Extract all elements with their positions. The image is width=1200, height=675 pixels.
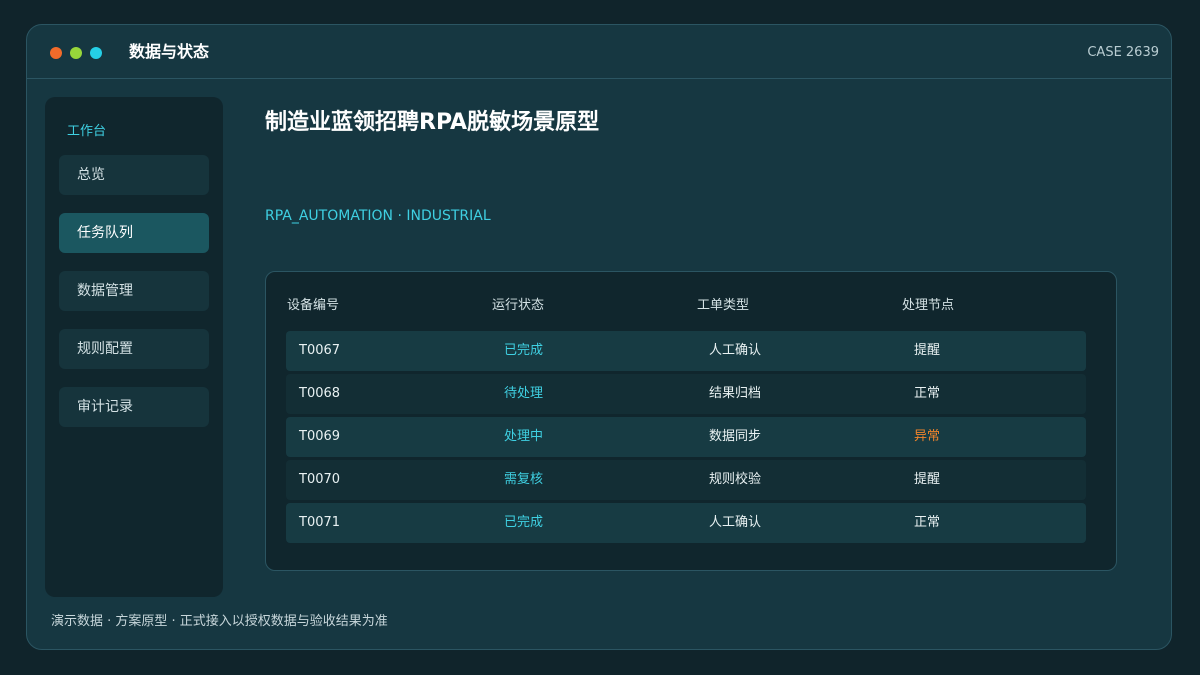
device-id-cell: T0071 bbox=[299, 515, 341, 530]
task-table: 设备编号 运行状态 工单类型 处理节点 T0067 已完成 人工确认 提醒 T0… bbox=[265, 271, 1117, 571]
process-node-cell: 异常 bbox=[914, 429, 941, 444]
table-row[interactable]: T0068 待处理 结果归档 正常 bbox=[286, 374, 1086, 414]
table-row[interactable]: T0069 处理中 数据同步 异常 bbox=[286, 417, 1086, 457]
run-status-cell: 已完成 bbox=[504, 515, 544, 530]
ticket-type-cell: 人工确认 bbox=[709, 343, 762, 358]
sidebar-item-data-management[interactable]: 数据管理 bbox=[59, 271, 209, 311]
device-id-cell: T0070 bbox=[299, 472, 341, 487]
column-header-device-id: 设备编号 bbox=[287, 298, 340, 313]
sidebar-item-label: 数据管理 bbox=[77, 283, 133, 299]
sidebar-item-label: 总览 bbox=[77, 167, 105, 183]
ticket-type-cell: 人工确认 bbox=[709, 515, 762, 530]
table-row[interactable]: T0071 已完成 人工确认 正常 bbox=[286, 503, 1086, 543]
sidebar-item-rule-config[interactable]: 规则配置 bbox=[59, 329, 209, 369]
sidebar-item-label: 规则配置 bbox=[77, 341, 133, 357]
minimize-window-dot[interactable] bbox=[70, 47, 82, 59]
process-node-cell: 正常 bbox=[914, 515, 941, 530]
sidebar-item-task-queue[interactable]: 任务队列 bbox=[59, 213, 209, 253]
footer-disclaimer: 演示数据 · 方案原型 · 正式接入以授权数据与验收结果为准 bbox=[51, 614, 388, 629]
app-window: 数据与状态 CASE 2639 工作台 总览 任务队列 数据管理 规则配置 审计… bbox=[26, 24, 1172, 650]
device-id-cell: T0069 bbox=[299, 429, 341, 444]
process-node-cell: 提醒 bbox=[914, 472, 941, 487]
page-title: 制造业蓝领招聘RPA脱敏场景原型 bbox=[265, 110, 600, 135]
column-header-ticket-type: 工单类型 bbox=[697, 298, 750, 313]
device-id-cell: T0068 bbox=[299, 386, 341, 401]
process-node-cell: 正常 bbox=[914, 386, 941, 401]
column-header-process-node: 处理节点 bbox=[902, 298, 955, 313]
case-id-label: CASE 2639 bbox=[1087, 45, 1159, 60]
run-status-cell: 需复核 bbox=[504, 472, 544, 487]
sidebar-item-label: 任务队列 bbox=[77, 225, 133, 241]
ticket-type-cell: 结果归档 bbox=[709, 386, 762, 401]
run-status-cell: 待处理 bbox=[504, 386, 544, 401]
table-row[interactable]: T0067 已完成 人工确认 提醒 bbox=[286, 331, 1086, 371]
close-window-dot[interactable] bbox=[50, 47, 62, 59]
ticket-type-cell: 数据同步 bbox=[709, 429, 762, 444]
table-row[interactable]: T0070 需复核 规则校验 提醒 bbox=[286, 460, 1086, 500]
run-status-cell: 处理中 bbox=[504, 429, 544, 444]
column-header-run-status: 运行状态 bbox=[492, 298, 545, 313]
process-node-cell: 提醒 bbox=[914, 343, 941, 358]
sidebar-item-audit-log[interactable]: 审计记录 bbox=[59, 387, 209, 427]
device-id-cell: T0067 bbox=[299, 343, 341, 358]
sidebar-heading: 工作台 bbox=[67, 124, 107, 139]
page-subtitle: RPA_AUTOMATION · INDUSTRIAL bbox=[265, 208, 491, 224]
sidebar-item-label: 审计记录 bbox=[77, 399, 133, 415]
ticket-type-cell: 规则校验 bbox=[709, 472, 762, 487]
sidebar: 工作台 总览 任务队列 数据管理 规则配置 审计记录 bbox=[45, 97, 223, 597]
sidebar-item-overview[interactable]: 总览 bbox=[59, 155, 209, 195]
title-bar: 数据与状态 CASE 2639 bbox=[27, 25, 1171, 79]
run-status-cell: 已完成 bbox=[504, 343, 544, 358]
app-title: 数据与状态 bbox=[129, 42, 210, 61]
maximize-window-dot[interactable] bbox=[90, 47, 102, 59]
